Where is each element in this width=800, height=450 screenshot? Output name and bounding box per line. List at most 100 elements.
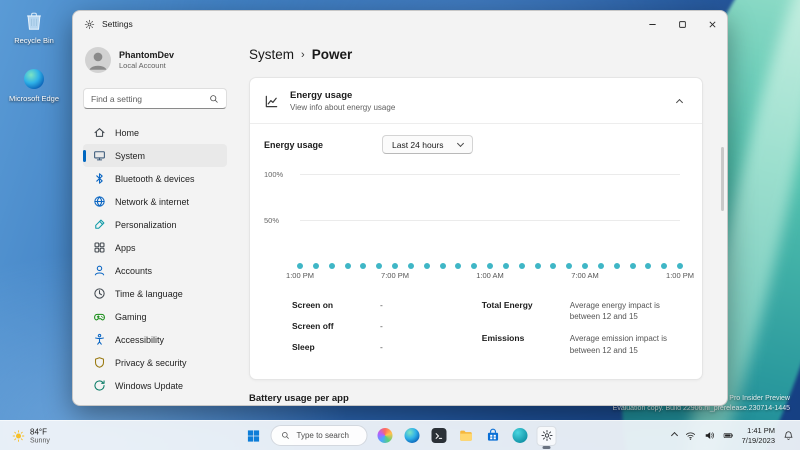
energy-data-point bbox=[629, 263, 636, 269]
energy-usage-label: Energy usage bbox=[264, 139, 324, 150]
taskbar-search[interactable]: Type to search bbox=[270, 425, 368, 446]
wifi-icon[interactable] bbox=[685, 430, 696, 441]
open-app-indicator bbox=[542, 446, 551, 449]
desktop-icon-label: Microsoft Edge bbox=[8, 94, 60, 103]
sidebar-item-apps[interactable]: Apps bbox=[83, 236, 227, 259]
microsoft-store-button[interactable] bbox=[483, 426, 503, 446]
scrollbar-thumb[interactable] bbox=[721, 147, 724, 211]
time-range-value: Last 24 hours bbox=[392, 139, 444, 150]
recycle-bin-icon bbox=[6, 8, 62, 34]
search-icon bbox=[282, 432, 289, 439]
energy-data-point bbox=[613, 263, 620, 269]
card-subtitle: View info about energy usage bbox=[290, 102, 396, 112]
sidebar-item-accessibility[interactable]: Accessibility bbox=[83, 328, 227, 351]
sidebar-item-system[interactable]: System bbox=[83, 144, 227, 167]
sidebar-item-windows-update[interactable]: Windows Update bbox=[83, 374, 227, 397]
page-title: Power bbox=[311, 47, 353, 62]
taskbar-settings-button[interactable] bbox=[536, 425, 557, 449]
maximize-button[interactable] bbox=[667, 11, 697, 37]
start-button[interactable] bbox=[244, 426, 264, 446]
update-refresh-icon bbox=[93, 379, 106, 392]
energy-data-point bbox=[376, 263, 383, 269]
taskbar-search-placeholder: Type to search bbox=[296, 431, 349, 440]
minimize-button[interactable] bbox=[637, 11, 667, 37]
sun-icon bbox=[12, 429, 25, 442]
energy-impact-stats: Total Energy Average energy impact is be… bbox=[482, 300, 674, 367]
desktop-icon-recycle-bin[interactable]: Recycle Bin bbox=[6, 8, 62, 45]
x-tick: 7:00 PM bbox=[381, 271, 409, 280]
desktop-icon-edge[interactable]: Microsoft Edge bbox=[6, 66, 62, 103]
sidebar-item-network-internet[interactable]: Network & internet bbox=[83, 190, 227, 213]
chevron-up-icon bbox=[675, 98, 684, 107]
desktop-icon-label: Recycle Bin bbox=[14, 36, 54, 45]
sidebar-item-personalization[interactable]: Personalization bbox=[83, 213, 227, 236]
weather-temp: 84°F bbox=[30, 427, 47, 436]
battery-icon[interactable] bbox=[723, 430, 734, 441]
energy-data-point bbox=[534, 263, 541, 269]
x-tick: 1:00 PM bbox=[286, 271, 314, 280]
home-icon bbox=[93, 126, 106, 139]
weather-widget[interactable]: 84°F Sunny bbox=[5, 425, 57, 446]
volume-icon[interactable] bbox=[704, 430, 715, 441]
personalization-brush-icon bbox=[93, 218, 106, 231]
settings-search-input[interactable] bbox=[91, 93, 209, 104]
system-icon bbox=[93, 149, 106, 162]
sidebar-item-bluetooth-devices[interactable]: Bluetooth & devices bbox=[83, 167, 227, 190]
energy-data-point bbox=[455, 263, 462, 269]
window-titlebar[interactable]: Settings bbox=[73, 11, 727, 37]
gamepad-icon bbox=[93, 310, 106, 323]
settings-search-box[interactable] bbox=[83, 88, 227, 109]
sidebar-item-privacy-security[interactable]: Privacy & security bbox=[83, 351, 227, 374]
energy-data-point bbox=[360, 263, 367, 269]
stat-total-energy: Total Energy Average energy impact is be… bbox=[481, 300, 660, 322]
chart-x-axis: 1:00 PM 7:00 PM 1:00 AM 7:00 AM 1:00 PM bbox=[286, 271, 694, 283]
taskbar-app-icon[interactable] bbox=[510, 426, 530, 446]
x-tick: 7:00 AM bbox=[571, 271, 599, 280]
energy-usage-chart: 100% 50% 1:00 PM 7:00 PM 1:00 AM 7:00 AM… bbox=[264, 164, 694, 286]
accessibility-icon bbox=[93, 333, 106, 346]
breadcrumb-system[interactable]: System bbox=[249, 47, 294, 62]
y-tick-100: 100% bbox=[264, 170, 284, 179]
sidebar-item-gaming[interactable]: Gaming bbox=[83, 305, 227, 328]
energy-data-point bbox=[439, 263, 446, 269]
tray-chevron-up-icon[interactable] bbox=[670, 431, 678, 440]
card-title: Energy usage bbox=[290, 90, 353, 102]
notification-bell-icon[interactable] bbox=[783, 430, 794, 441]
search-icon bbox=[210, 94, 218, 103]
taskbar-terminal-button[interactable] bbox=[429, 426, 449, 446]
energy-data-point bbox=[407, 263, 414, 269]
clock-date: 7/19/2023 bbox=[741, 435, 775, 445]
window-title: Settings bbox=[102, 19, 133, 29]
edge-icon bbox=[404, 428, 419, 443]
taskbar-app-icon[interactable] bbox=[375, 426, 395, 446]
energy-data-point bbox=[518, 263, 525, 269]
taskbar-clock[interactable]: 1:41 PM 7/19/2023 bbox=[742, 426, 775, 446]
x-tick: 1:00 PM bbox=[666, 271, 694, 280]
energy-data-point bbox=[502, 263, 509, 269]
energy-data-point bbox=[328, 263, 335, 269]
taskbar-edge-button[interactable] bbox=[402, 426, 422, 446]
energy-chart-icon bbox=[265, 95, 278, 107]
close-button[interactable] bbox=[697, 11, 727, 37]
windows-logo-icon bbox=[247, 429, 260, 442]
stat-emissions: Emissions Average emission impact is bet… bbox=[481, 333, 668, 355]
apps-grid-icon bbox=[93, 241, 106, 254]
energy-data-point bbox=[487, 263, 493, 269]
shield-icon bbox=[93, 356, 106, 369]
sidebar-item-accounts[interactable]: Accounts bbox=[83, 259, 227, 282]
sidebar-item-home[interactable]: Home bbox=[83, 121, 227, 144]
sidebar-item-time-language[interactable]: Time & language bbox=[83, 282, 227, 305]
account-profile[interactable]: PhantomDev Local Account bbox=[83, 43, 227, 77]
stat-screen-off: Screen off - bbox=[292, 321, 383, 331]
stat-screen-on: Screen on - bbox=[292, 300, 383, 310]
stat-sleep: Sleep - bbox=[292, 342, 383, 352]
bluetooth-icon bbox=[93, 172, 106, 185]
store-icon bbox=[487, 428, 498, 441]
collapse-card-button[interactable] bbox=[671, 88, 688, 114]
energy-data-point bbox=[423, 263, 430, 269]
battery-usage-section: Battery usage per app Sort by: Overall u… bbox=[249, 393, 703, 405]
time-range-dropdown[interactable]: Last 24 hours bbox=[382, 135, 473, 154]
person-icon bbox=[93, 264, 106, 277]
chevron-down-icon bbox=[456, 139, 464, 148]
file-explorer-button[interactable] bbox=[456, 426, 476, 446]
